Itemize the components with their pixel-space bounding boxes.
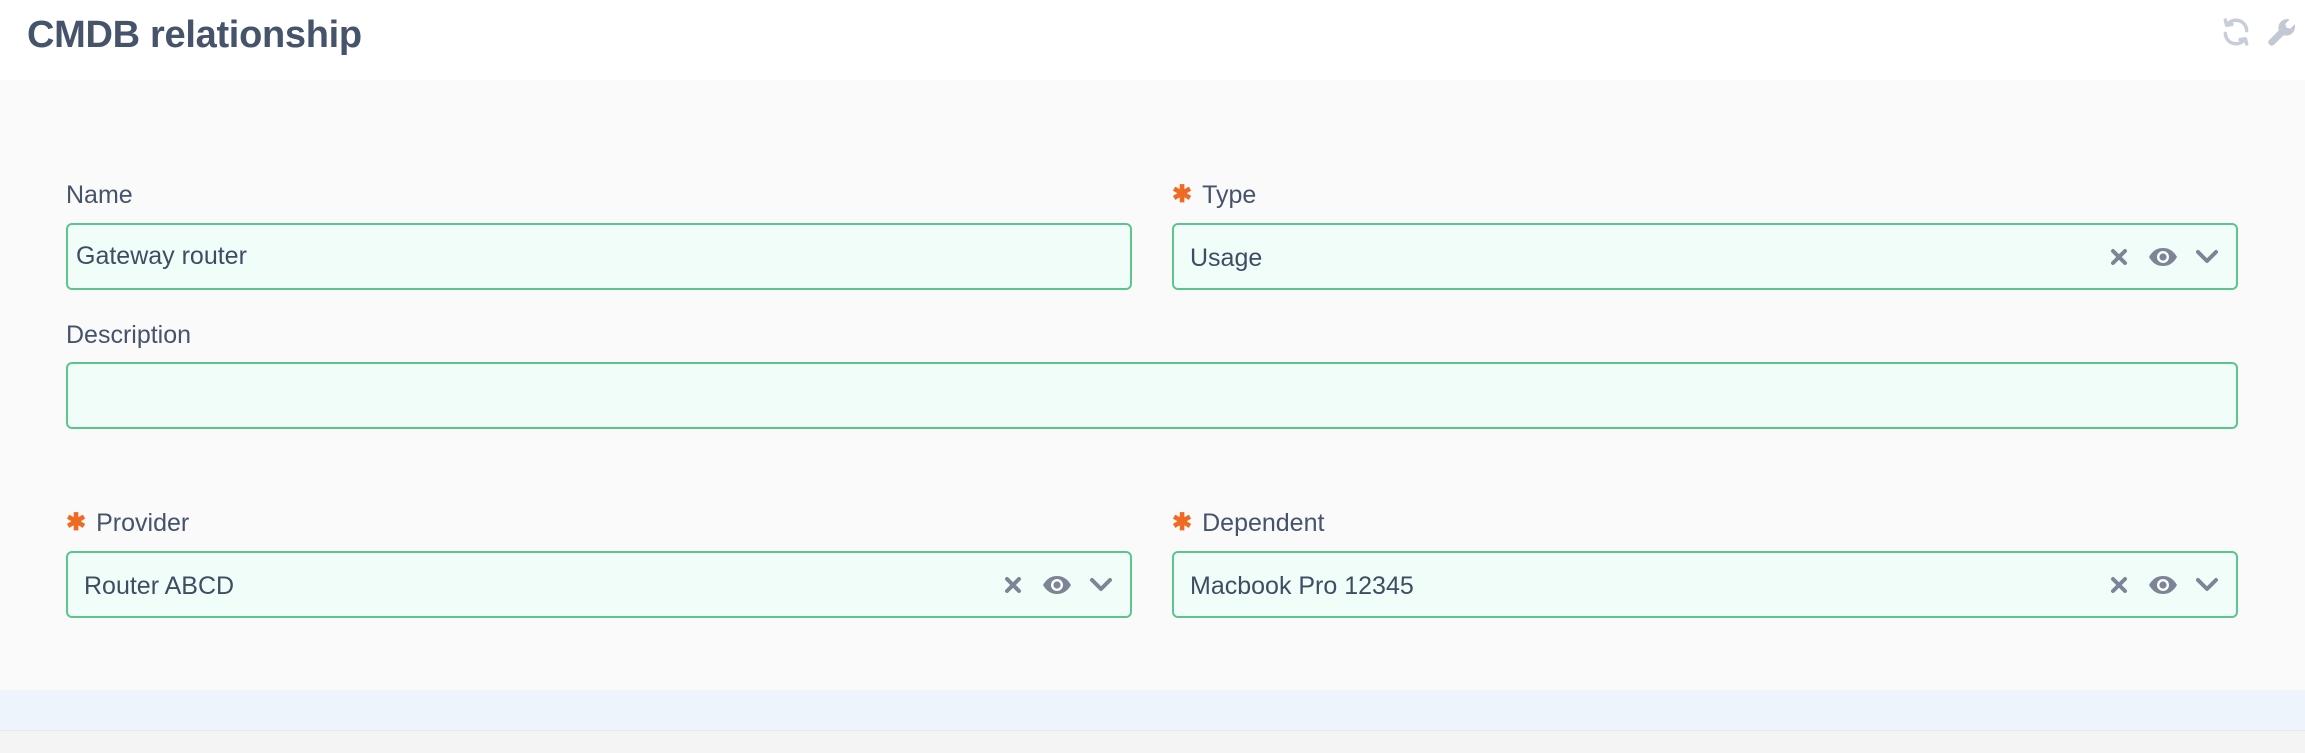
provider-label: ✱ Provider [66,508,190,537]
clear-icon[interactable] [2104,242,2134,272]
name-input[interactable] [68,225,1130,288]
footer-strip [0,690,2305,731]
wrench-icon[interactable] [2264,14,2300,50]
type-value: Usage [1190,244,1263,272]
bottom-bar [0,732,2305,753]
refresh-icon[interactable] [2218,14,2254,50]
required-marker: ✱ [1172,181,1193,208]
required-marker: ✱ [1172,509,1193,536]
dependent-label: ✱ Dependent [1172,508,1325,537]
clear-icon[interactable] [2104,570,2134,600]
page-title: CMDB relationship [27,14,362,56]
eye-icon[interactable] [2148,242,2178,272]
dependent-value: Macbook Pro 12345 [1190,572,1414,600]
dependent-select[interactable]: Macbook Pro 12345 [1172,551,2238,618]
chevron-down-icon[interactable] [1086,570,1116,600]
chevron-down-icon[interactable] [2192,242,2222,272]
clear-icon[interactable] [998,570,1028,600]
eye-icon[interactable] [2148,570,2178,600]
description-field[interactable] [66,362,2238,429]
provider-value: Router ABCD [84,572,235,600]
header: CMDB relationship [0,0,2305,80]
provider-select[interactable]: Router ABCD [66,551,1132,618]
description-input[interactable] [68,364,2236,427]
required-marker: ✱ [66,509,87,536]
type-select[interactable]: Usage [1172,223,2238,290]
name-field[interactable] [66,223,1132,290]
name-label: Name [66,180,133,209]
type-label: ✱ Type [1172,180,1257,209]
eye-icon[interactable] [1042,570,1072,600]
description-label: Description [66,320,192,349]
chevron-down-icon[interactable] [2192,570,2222,600]
